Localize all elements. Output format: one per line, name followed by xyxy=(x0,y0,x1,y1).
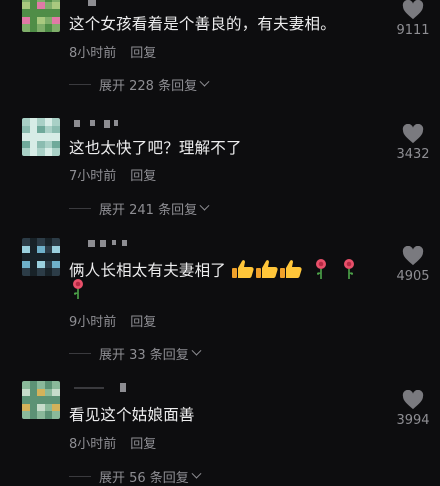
expand-replies-label: 展开 241 条回复 xyxy=(99,203,198,218)
like-count: 3432 xyxy=(396,147,430,162)
chevron-down-icon xyxy=(191,345,202,356)
thumbs-up-icon xyxy=(231,259,255,283)
like-count: 3994 xyxy=(396,413,430,428)
avatar-pixel xyxy=(52,24,60,32)
divider-line xyxy=(69,208,91,209)
expand-replies-button[interactable]: 展开 56 条回复 xyxy=(69,467,202,486)
chevron-down-icon xyxy=(199,76,210,87)
comment-time: 8小时前 xyxy=(69,437,117,452)
reply-button[interactable]: 回复 xyxy=(130,315,156,330)
like-button[interactable]: 3994 xyxy=(388,390,438,428)
comment-meta: 8小时前 回复 xyxy=(69,433,156,452)
divider-line xyxy=(69,476,91,477)
chevron-down-icon xyxy=(199,200,210,211)
avatar[interactable] xyxy=(22,118,60,156)
reply-button[interactable]: 回复 xyxy=(130,169,156,184)
expand-replies-button[interactable]: 展开 33 条回复 xyxy=(69,344,202,363)
like-button[interactable]: 3432 xyxy=(388,124,438,162)
avatar-pixel xyxy=(52,148,60,156)
rose-icon xyxy=(340,258,358,284)
rose-icon xyxy=(312,258,330,284)
reply-button[interactable]: 回复 xyxy=(130,437,156,452)
avatar-pixel xyxy=(52,411,60,419)
avatar[interactable] xyxy=(22,0,60,32)
comment-text: 看见这个姑娘面善 xyxy=(69,406,195,424)
thumbs-up-icon xyxy=(279,259,303,283)
comment-time: 7小时前 xyxy=(69,169,117,184)
comment-text: 俩人长相太有夫妻相了 xyxy=(69,258,358,284)
avatar[interactable] xyxy=(22,238,60,276)
like-count: 4905 xyxy=(396,269,430,284)
like-button[interactable]: 9111 xyxy=(388,0,438,38)
like-count: 9111 xyxy=(396,23,430,38)
expand-replies-label: 展开 33 条回复 xyxy=(99,348,189,363)
chevron-down-icon xyxy=(191,468,202,479)
avatar[interactable] xyxy=(22,381,60,419)
comment-text: 这个女孩看着是个善良的，有夫妻相。 xyxy=(69,15,336,33)
like-button[interactable]: 4905 xyxy=(388,246,438,284)
divider-line xyxy=(69,353,91,354)
comment-time: 9小时前 xyxy=(69,315,117,330)
heart-icon xyxy=(402,0,424,20)
comment-text: 这也太快了吧？理解不了 xyxy=(69,139,242,157)
expand-replies-button[interactable]: 展开 241 条回复 xyxy=(69,199,210,218)
avatar-pixel xyxy=(52,268,60,276)
divider-line xyxy=(69,84,91,85)
expand-replies-label: 展开 56 条回复 xyxy=(99,471,189,486)
expand-replies-label: 展开 228 条回复 xyxy=(99,79,198,94)
heart-icon xyxy=(402,246,424,266)
comment-meta: 8小时前 回复 xyxy=(69,42,156,61)
expand-replies-button[interactable]: 展开 228 条回复 xyxy=(69,75,210,94)
comment-meta: 7小时前 回复 xyxy=(69,165,156,184)
heart-icon xyxy=(402,390,424,410)
rose-icon xyxy=(69,278,87,304)
comment-time: 8小时前 xyxy=(69,46,117,61)
comment-text-body: 俩人长相太有夫妻相了 xyxy=(69,261,227,280)
thumbs-up-icon xyxy=(255,259,279,283)
comment-text-line2 xyxy=(69,278,87,304)
heart-icon xyxy=(402,124,424,144)
comment-meta: 9小时前 回复 xyxy=(69,311,156,330)
reply-button[interactable]: 回复 xyxy=(130,46,156,61)
